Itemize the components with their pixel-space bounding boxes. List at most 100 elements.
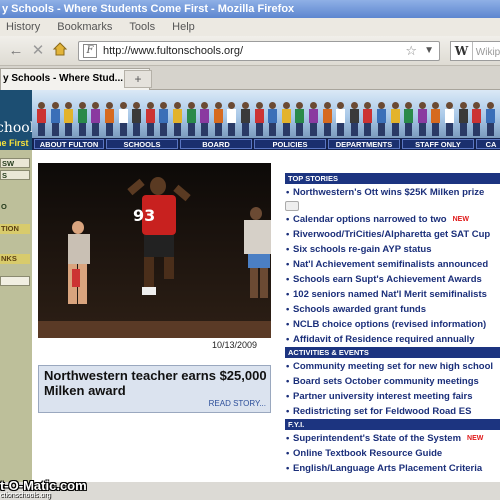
back-arrow-icon[interactable]: ← <box>6 41 26 61</box>
wikipedia-icon[interactable]: W <box>451 42 473 60</box>
top-story-link[interactable]: NCLB choice options (revised information… <box>285 317 500 332</box>
menu-history[interactable]: History <box>6 21 40 33</box>
news-link-text: Online Textbook Resource Guide <box>293 448 443 459</box>
banner-student-figure <box>90 102 101 136</box>
menu-bookmarks[interactable]: Bookmarks <box>57 21 112 33</box>
top-story-link[interactable]: Schools earn Supt's Achievement Awards <box>285 272 500 287</box>
news-link-text: Community meeting set for new high schoo… <box>293 361 494 372</box>
menu-tools[interactable]: Tools <box>129 21 155 33</box>
new-badge: NEW <box>467 435 484 442</box>
section-heading-activities: ACTIVITIES & EVENTS <box>285 347 500 358</box>
banner-student-figure <box>158 102 169 136</box>
address-url: http://www.fultonschools.org/ <box>103 45 244 57</box>
left-sidebar: SW S O TION NKS <box>0 150 32 482</box>
sidebar-item-nks[interactable]: NKS <box>0 254 30 264</box>
activity-link[interactable]: Community meeting set for new high schoo… <box>285 359 500 374</box>
activity-link[interactable]: Partner university interest meeting fair… <box>285 389 500 404</box>
news-link-text: Board sets October community meetings <box>293 376 479 387</box>
fyi-link[interactable]: Online Textbook Resource Guide <box>285 446 500 461</box>
banner-student-figure <box>254 102 264 136</box>
nav-schools[interactable]: SCHOOLS <box>106 139 178 149</box>
banner-student-figure <box>199 102 210 136</box>
banner-student-figure <box>77 102 87 136</box>
sidebar-item-sw[interactable]: SW <box>0 158 30 168</box>
nav-about-fulton[interactable]: ABOUT FULTON <box>34 139 104 149</box>
banner-student-figure <box>430 102 441 136</box>
banner-student-figure <box>267 102 278 136</box>
sidebar-item-o[interactable]: O <box>0 202 30 212</box>
banner-student-figure <box>376 102 386 136</box>
news-link-text: Calendar options narrowed to two <box>293 214 447 225</box>
banner-student-figure <box>349 102 359 136</box>
logo-name: chools <box>0 120 32 136</box>
banner-student-figure <box>104 102 114 136</box>
new-tab-button[interactable]: + <box>124 70 152 88</box>
photo-date: 10/13/2009 <box>212 340 258 350</box>
activity-link[interactable]: Board sets October community meetings <box>285 374 500 389</box>
news-link-text: English/Language Arts Placement Criteria <box>293 463 483 474</box>
banner-student-figure <box>172 102 182 136</box>
sidebar-item-tion[interactable]: TION <box>0 224 30 234</box>
banner-student-figure <box>335 102 346 136</box>
news-link-text: Schools earn Supt's Achievement Awards <box>293 274 482 285</box>
top-story-link[interactable]: Nat'l Achievement semifinalists announce… <box>285 257 500 272</box>
chevron-down-icon[interactable]: ▼ <box>424 42 434 60</box>
top-story-link[interactable]: Six schools re-gain AYP status <box>285 242 500 257</box>
banner-student-figure <box>240 102 250 136</box>
feature-headline[interactable]: Northwestern teacher earns $25,000 Milke… <box>44 368 269 398</box>
camera-icon[interactable] <box>285 201 299 211</box>
top-story-link[interactable]: Northwestern's Ott wins $25K Milken priz… <box>285 185 500 200</box>
top-story-link[interactable]: Riverwood/TriCities/Alpharetta get SAT C… <box>285 227 500 242</box>
activity-link[interactable]: Redistricting set for Feldwood Road ES <box>285 404 500 419</box>
news-link-text: NCLB choice options (revised information… <box>293 319 487 330</box>
search-input[interactable]: W Wikip <box>450 41 500 61</box>
menu-help[interactable]: Help <box>172 21 195 33</box>
news-link-text: Partner university interest meeting fair… <box>293 391 473 402</box>
watermark-logo: t-O-Matic.com <box>0 478 87 493</box>
search-placeholder: Wikip <box>475 47 500 58</box>
banner-student-figure <box>390 102 400 136</box>
nav-calendar[interactable]: CA <box>476 139 500 149</box>
banner-student-figure <box>50 102 60 136</box>
read-story-link[interactable]: READ STORY... <box>209 399 266 408</box>
photo-stage <box>38 321 271 338</box>
banner-student-figure <box>403 102 414 136</box>
nav-board[interactable]: BOARD <box>180 139 252 149</box>
news-link-text: Redistricting set for Feldwood Road ES <box>293 406 472 417</box>
banner-student-figure <box>308 102 318 136</box>
banner-student-figure <box>145 102 155 136</box>
sidebar-item-s[interactable]: S <box>0 170 30 180</box>
news-link-text: Superintendent's State of the System <box>293 433 462 444</box>
banner-student-figure <box>362 102 373 136</box>
menu-bar: History Bookmarks Tools Help <box>0 18 500 36</box>
section-heading-fyi: F.Y.I. <box>285 419 500 430</box>
fyi-link[interactable]: English/Language Arts Placement Criteria <box>285 461 500 476</box>
nav-departments[interactable]: DEPARTMENTS <box>328 139 400 149</box>
address-bar[interactable]: F http://www.fultonschools.org/ ☆ ▼ <box>78 41 440 61</box>
site-favicon-icon: F <box>83 44 97 58</box>
news-link-text: Six schools re-gain AYP status <box>293 244 432 255</box>
banner-student-figure <box>36 102 46 136</box>
feature-photo[interactable]: 93 <box>38 163 271 338</box>
banner-student-figure <box>281 102 291 136</box>
top-story-link[interactable]: Affidavit of Residence required annually <box>285 332 500 347</box>
nav-policies[interactable]: POLICIES <box>254 139 326 149</box>
nav-staff-only[interactable]: STAFF ONLY <box>402 139 474 149</box>
banner-student-figure <box>213 102 223 136</box>
feature-story-box[interactable]: Northwestern teacher earns $25,000 Milke… <box>38 365 271 413</box>
banner-student-figure <box>485 102 495 136</box>
sidebar-toggle[interactable] <box>0 276 30 286</box>
top-story-link[interactable]: 102 seniors named Nat'l Merit semifinali… <box>285 287 500 302</box>
banner-student-figure <box>294 102 305 136</box>
bookmark-star-icon[interactable]: ☆ <box>405 42 417 60</box>
new-badge: NEW <box>452 216 469 223</box>
stop-icon[interactable]: ✕ <box>28 41 48 61</box>
district-logo[interactable]: chools ne First <box>0 90 32 150</box>
top-story-link[interactable]: Calendar options narrowed to two NEW <box>285 212 500 227</box>
news-link-text: Riverwood/TriCities/Alpharetta get SAT C… <box>293 229 491 240</box>
navigation-toolbar: ← ✕ F http://www.fultonschools.org/ ☆ ▼ … <box>0 36 500 66</box>
fyi-link[interactable]: Superintendent's State of the System NEW <box>285 431 500 446</box>
home-icon[interactable] <box>50 41 70 61</box>
top-story-link[interactable]: Schools awarded grant funds <box>285 302 500 317</box>
banner-student-figure <box>471 102 482 136</box>
